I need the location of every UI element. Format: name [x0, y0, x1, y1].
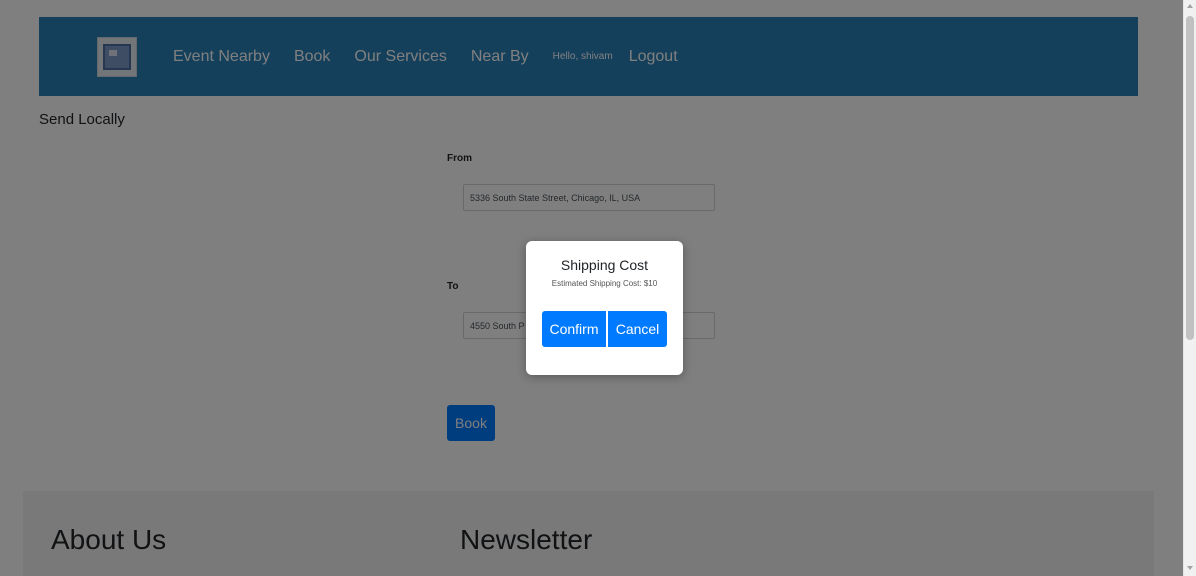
- scroll-up-icon[interactable]: [1187, 4, 1193, 8]
- cancel-button[interactable]: Cancel: [608, 311, 667, 347]
- scrollbar-thumb[interactable]: [1186, 16, 1194, 340]
- page-scrollbar[interactable]: [1183, 0, 1196, 576]
- confirm-button[interactable]: Confirm: [542, 311, 606, 347]
- dialog-title: Shipping Cost: [560, 257, 649, 273]
- dialog-message: Estimated Shipping Cost: $10: [551, 279, 658, 288]
- shipping-cost-dialog: Shipping Cost Estimated Shipping Cost: $…: [526, 241, 683, 375]
- scroll-down-icon[interactable]: [1187, 566, 1193, 570]
